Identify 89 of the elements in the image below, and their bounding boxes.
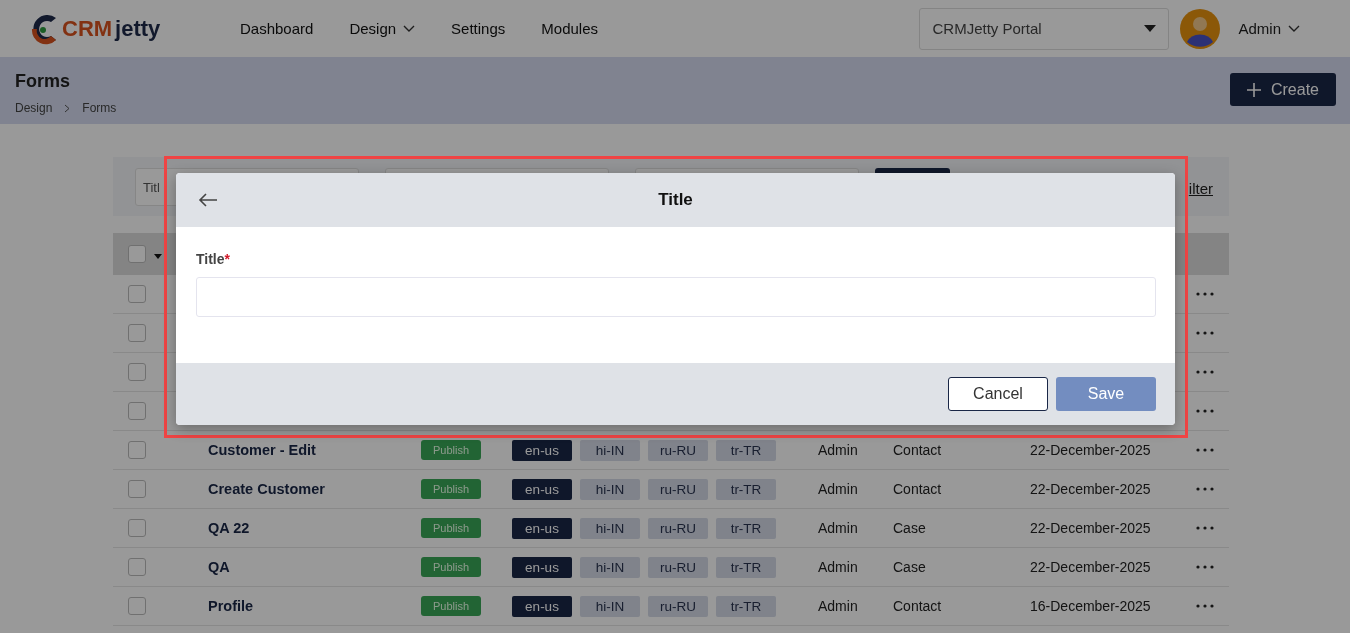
form-title[interactable]: QA (208, 559, 421, 575)
nav-link[interactable]: Dashboard (240, 20, 314, 37)
checkbox[interactable] (128, 285, 146, 303)
language-tag[interactable]: tr-TR (716, 595, 776, 617)
form-title[interactable]: Customer - Edit (208, 442, 421, 458)
language-tag[interactable]: en-us (512, 556, 572, 578)
user-menu[interactable]: Admin (1238, 20, 1300, 37)
breadcrumb-link[interactable]: Design (15, 101, 53, 115)
table-cell-text: Admin (818, 559, 859, 575)
checkbox[interactable] (128, 402, 146, 420)
modal-title: Title (658, 190, 693, 210)
language-tag[interactable]: hi-IN (580, 556, 640, 578)
form-title[interactable]: QA 22 (208, 520, 421, 536)
portal-select[interactable]: CRMJetty Portal (919, 7, 1170, 50)
language-tag[interactable]: hi-IN (580, 517, 640, 539)
checkbox[interactable] (128, 441, 146, 459)
logo-text: CRM (62, 15, 113, 42)
nav-link[interactable]: Settings (451, 20, 506, 37)
status-badge: Publish (421, 518, 481, 538)
language-tag[interactable]: ru-RU (648, 556, 708, 578)
title-input-field[interactable] (196, 277, 1156, 317)
checkbox[interactable] (128, 363, 146, 381)
logo-text: jetty (115, 15, 161, 42)
table-cell-text: 22-December-2025 (1030, 520, 1152, 536)
language-tag[interactable]: ru-RU (648, 595, 708, 617)
cancel-button[interactable]: Cancel (948, 377, 1048, 411)
form-title[interactable]: Create Customer (208, 481, 421, 497)
table-cell-text: 22-December-2025 (1030, 559, 1152, 575)
more-icon[interactable] (1196, 331, 1214, 335)
more-icon[interactable] (1196, 526, 1214, 530)
form-title[interactable]: Profile (208, 598, 421, 614)
more-icon[interactable] (1196, 448, 1214, 452)
more-icon[interactable] (1196, 565, 1214, 569)
table-cell-text: Case (893, 520, 927, 536)
field-label: Title* (196, 251, 230, 267)
chevron-down-icon (1288, 24, 1300, 33)
more-icon[interactable] (1196, 292, 1214, 296)
page-title: Forms (15, 71, 71, 92)
checkbox[interactable] (128, 558, 146, 576)
nav-link[interactable]: Design (349, 20, 416, 37)
more-icon[interactable] (1196, 409, 1214, 413)
checkbox[interactable] (128, 324, 146, 342)
language-tag[interactable]: hi-IN (580, 439, 640, 461)
back-arrow-icon[interactable] (198, 193, 218, 207)
status-badge: Publish (421, 557, 481, 577)
caret-down-icon[interactable] (154, 253, 162, 259)
language-tag[interactable]: ru-RU (648, 439, 708, 461)
status-badge: Publish (421, 596, 481, 616)
chevron-right-icon (64, 103, 71, 113)
required-mark: * (224, 251, 230, 267)
language-tag[interactable]: tr-TR (716, 517, 776, 539)
checkbox[interactable] (128, 245, 146, 263)
language-tag[interactable]: tr-TR (716, 439, 776, 461)
table-cell-text: Admin (818, 598, 859, 614)
plus-icon (1247, 82, 1261, 97)
table-cell-text: 16-December-2025 (1030, 598, 1152, 614)
table-cell-text: Admin (818, 442, 859, 458)
table-cell-text: Case (893, 559, 927, 575)
language-tag[interactable]: tr-TR (716, 556, 776, 578)
language-tag[interactable]: en-us (512, 439, 572, 461)
more-icon[interactable] (1196, 487, 1214, 491)
filter-link[interactable]: ilter (1188, 180, 1213, 197)
language-tag[interactable]: en-us (512, 478, 572, 500)
caret-down-icon (1144, 25, 1157, 32)
table-cell-text: Contact (893, 598, 943, 614)
status-badge: Publish (421, 479, 481, 499)
table-cell-text: 22-December-2025 (1030, 442, 1152, 458)
status-badge: Publish (421, 440, 481, 460)
more-icon[interactable] (1196, 370, 1214, 374)
language-tag[interactable]: hi-IN (580, 478, 640, 500)
more-icon[interactable] (1196, 604, 1214, 608)
table-cell-text: Contact (893, 481, 943, 497)
language-tag[interactable]: en-us (512, 517, 572, 539)
language-tag[interactable]: hi-IN (580, 595, 640, 617)
language-tag[interactable]: ru-RU (648, 517, 708, 539)
avatar-icon[interactable] (1180, 8, 1221, 49)
checkbox[interactable] (128, 480, 146, 498)
table-cell-text: Contact (893, 442, 943, 458)
table-cell-text: Admin (818, 520, 859, 536)
table-cell-text: Admin (818, 481, 859, 497)
checkbox[interactable] (128, 597, 146, 615)
create-button[interactable]: Create (1230, 73, 1336, 106)
language-tag[interactable]: ru-RU (648, 478, 708, 500)
nav-link[interactable]: Modules (541, 20, 598, 37)
language-tag[interactable]: tr-TR (716, 478, 776, 500)
language-tag[interactable]: en-us (512, 595, 572, 617)
breadcrumb-link[interactable]: Forms (82, 101, 117, 115)
table-cell-text: 22-December-2025 (1030, 481, 1152, 497)
checkbox[interactable] (128, 519, 146, 537)
